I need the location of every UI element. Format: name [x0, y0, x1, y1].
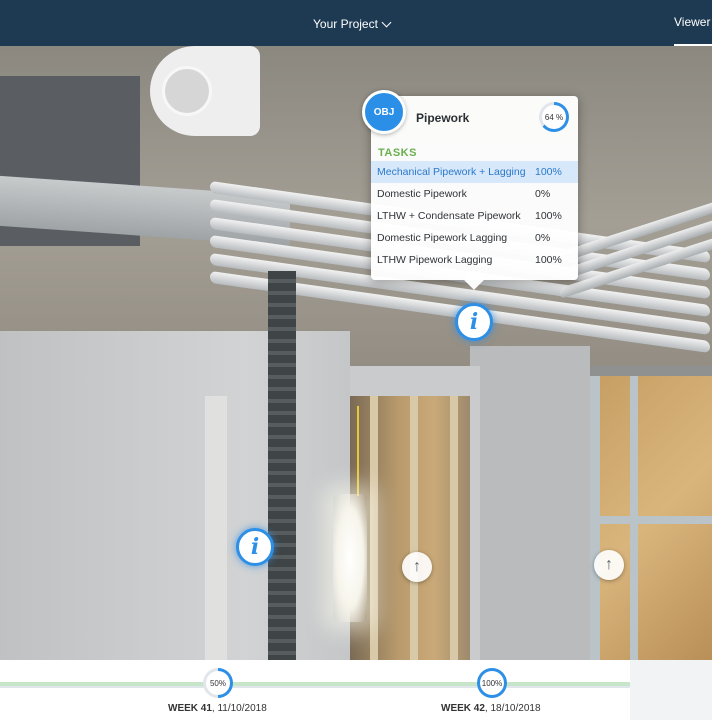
info-hotspot-pipework[interactable]: i [455, 303, 493, 341]
scene-frame [590, 516, 712, 524]
week-label[interactable]: WEEK 41, 11/10/2018 [168, 703, 267, 714]
task-list: Mechanical Pipework + Lagging 100% Domes… [371, 161, 578, 271]
scene-work-lamp [333, 494, 367, 622]
top-bar: Your Project Viewer [0, 0, 712, 46]
progress-ring: 100% [477, 668, 507, 698]
task-row[interactable]: LTHW + Condensate Pipework 100% [371, 205, 578, 227]
object-badge: OBJ [362, 90, 406, 134]
week-number: WEEK 41 [168, 703, 212, 714]
progress-ring-label: 100% [480, 671, 504, 695]
task-name: LTHW + Condensate Pipework [377, 210, 521, 222]
task-name: Mechanical Pipework + Lagging [377, 166, 526, 178]
arrow-up-icon: ↑ [413, 558, 421, 575]
scene-duct-opening [162, 66, 212, 116]
info-icon: i [250, 534, 260, 560]
progress-ring: 64 % [539, 102, 569, 132]
task-percent: 100% [535, 210, 562, 222]
week-number: WEEK 42 [441, 703, 485, 714]
task-percent: 100% [535, 254, 562, 266]
task-name: Domestic Pipework [377, 188, 467, 200]
scene-wall-left [0, 331, 350, 660]
info-icon: i [469, 309, 479, 335]
scene-wall-right [470, 346, 590, 660]
task-row[interactable]: Domestic Pipework Lagging 0% [371, 227, 578, 249]
project-selector[interactable]: Your Project [313, 17, 392, 31]
timeline: 50% WEEK 41, 11/10/2018 100% WEEK 42, 18… [0, 660, 712, 720]
task-row[interactable]: Domestic Pipework 0% [371, 183, 578, 205]
task-percent: 0% [535, 232, 551, 244]
scene-white-duct [150, 46, 260, 136]
week-date: , 18/10/2018 [484, 703, 541, 714]
scene-doorway [350, 396, 470, 660]
timeline-node-week-41[interactable]: 50% [203, 668, 233, 698]
arrow-up-icon: ↑ [605, 556, 613, 573]
project-label: Your Project [313, 17, 378, 31]
week-label[interactable]: WEEK 42, 18/10/2018 [441, 703, 541, 714]
scene-stud [450, 396, 458, 660]
task-percent: 100% [535, 166, 562, 178]
popup-title: Pipework [416, 111, 470, 125]
scene-joint-tape [205, 396, 227, 660]
timeline-progress [0, 682, 630, 686]
nav-arrow-forward[interactable]: ↑ [402, 552, 432, 582]
object-info-popup: OBJ Pipework 64 % TASKS Mechanical Pipew… [362, 90, 578, 280]
info-hotspot[interactable]: i [236, 528, 274, 566]
progress-ring-label: 50% [206, 671, 230, 695]
timeline-node-week-42[interactable]: 100% [477, 668, 507, 698]
timeline-edge [630, 660, 712, 720]
scene-stud [370, 396, 378, 660]
task-name: LTHW Pipework Lagging [377, 254, 493, 266]
tasks-heading: TASKS [378, 147, 417, 159]
scene-cable [357, 406, 359, 496]
scene-stud [410, 396, 418, 660]
progress-ring-label: 64 % [542, 105, 566, 129]
week-date: , 11/10/2018 [211, 703, 267, 714]
task-row[interactable]: Mechanical Pipework + Lagging 100% [371, 161, 578, 183]
panorama-viewer[interactable]: i i ↑ ↑ [0, 46, 712, 660]
scene-steel-strut [268, 271, 296, 660]
nav-arrow-right[interactable]: ↑ [594, 550, 624, 580]
scene-plywood [590, 376, 712, 660]
task-percent: 0% [535, 188, 551, 200]
tab-viewer[interactable]: Viewer [674, 15, 712, 46]
task-row[interactable]: LTHW Pipework Lagging 100% [371, 249, 578, 271]
chevron-down-icon [381, 17, 392, 27]
progress-ring: 50% [203, 668, 233, 698]
task-name: Domestic Pipework Lagging [377, 232, 508, 244]
